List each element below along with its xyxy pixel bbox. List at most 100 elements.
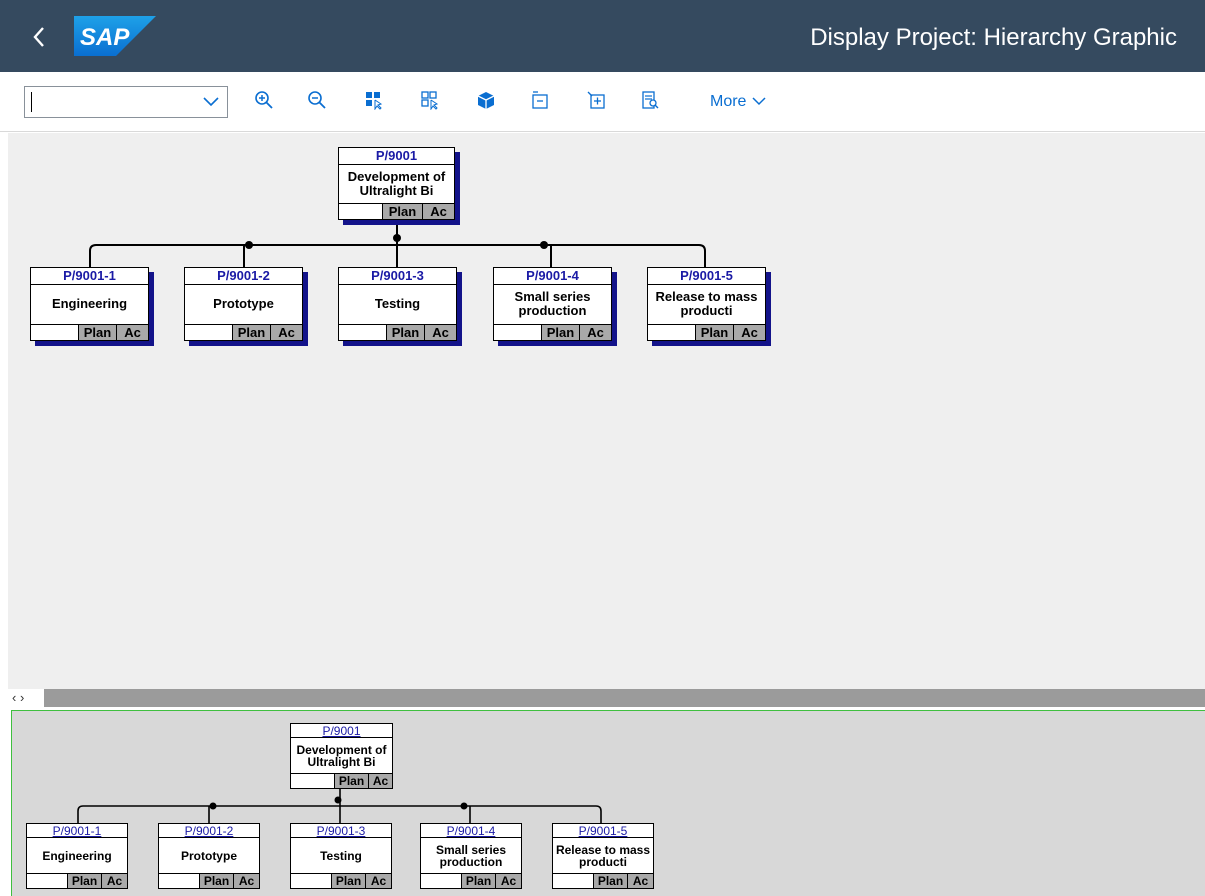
node-id: P/9001-3	[339, 268, 456, 285]
node-footer: Plan Ac	[421, 873, 521, 888]
sap-logo: SAP	[74, 16, 156, 56]
node-id: P/9001	[339, 148, 454, 165]
node-description: Testing	[320, 849, 362, 863]
node-footer: Plan Ac	[648, 324, 765, 340]
hierarchy-graphic-overview[interactable]: P/9001 Development of Ultralight Bi Plan…	[11, 710, 1205, 896]
connector-lines	[89, 220, 706, 267]
splitter-arrows[interactable]: ‹ ›	[8, 689, 44, 707]
node-footer: Plan Ac	[31, 324, 148, 340]
node-footer: Plan Ac	[339, 324, 456, 340]
box-button[interactable]	[476, 90, 502, 116]
plan-cell: Plan	[386, 325, 424, 340]
actual-cell: Ac	[101, 874, 127, 888]
node-description: Development of Ultralight Bi	[347, 169, 446, 198]
page-title: Display Project: Hierarchy Graphic	[810, 24, 1177, 51]
node-description: Prototype	[213, 296, 274, 311]
node-description: Engineering	[42, 849, 112, 863]
node-id: P/9001-3	[291, 824, 391, 838]
deselect-all-button[interactable]	[420, 90, 446, 116]
node-id: P/9001-1	[31, 268, 148, 285]
svg-text:SAP: SAP	[80, 24, 130, 51]
plan-cell: Plan	[199, 874, 233, 888]
actual-cell: Ac	[627, 874, 653, 888]
node-id: P/9001-5	[553, 824, 653, 838]
zoom-in-icon	[255, 91, 273, 109]
node-footer: Plan Ac	[553, 873, 653, 888]
actual-cell: Ac	[270, 325, 302, 340]
wbs-node-3[interactable]: P/9001-3 Testing Plan Ac	[338, 267, 457, 341]
chevron-down-icon	[752, 93, 766, 111]
overview-node-1[interactable]: P/9001-1 Engineering Plan Ac	[26, 823, 128, 889]
back-button[interactable]	[24, 20, 54, 54]
pane-splitter[interactable]: ‹ ›	[8, 689, 1205, 707]
more-label: More	[710, 93, 747, 110]
deselect-all-icon	[421, 91, 439, 111]
zoom-out-button[interactable]	[307, 90, 333, 116]
collapse-icon	[532, 91, 548, 109]
wbs-node-root[interactable]: P/9001 Development of Ultralight Bi Plan…	[338, 147, 455, 220]
actual-cell: Ac	[368, 774, 392, 788]
collapse-button[interactable]	[530, 90, 556, 116]
actual-cell: Ac	[365, 874, 391, 888]
actual-cell: Ac	[233, 874, 259, 888]
node-footer: Plan Ac	[27, 873, 127, 888]
node-description: Small series production	[435, 843, 507, 869]
plan-cell: Plan	[593, 874, 627, 888]
node-description: Engineering	[51, 296, 128, 311]
plan-cell: Plan	[382, 204, 422, 219]
wbs-node-2[interactable]: P/9001-2 Prototype Plan Ac	[184, 267, 303, 341]
select-all-button[interactable]	[364, 90, 390, 116]
wbs-node-1[interactable]: P/9001-1 Engineering Plan Ac	[30, 267, 149, 341]
zoom-out-icon	[308, 91, 326, 109]
chevron-left-icon	[33, 27, 44, 47]
overview-node-4[interactable]: P/9001-4 Small series production Plan Ac	[420, 823, 522, 889]
node-footer: Plan Ac	[185, 324, 302, 340]
actual-cell: Ac	[495, 874, 521, 888]
node-footer: Plan Ac	[159, 873, 259, 888]
actual-cell: Ac	[424, 325, 456, 340]
text-cursor	[31, 92, 32, 112]
node-id: P/9001-4	[421, 824, 521, 838]
node-id: P/9001-1	[27, 824, 127, 838]
zoom-in-button[interactable]	[254, 90, 280, 116]
node-id: P/9001-4	[494, 268, 611, 285]
actual-cell: Ac	[422, 204, 454, 219]
overview-node-5[interactable]: P/9001-5 Release to mass producti Plan A…	[552, 823, 654, 889]
view-combobox[interactable]	[24, 86, 228, 118]
hierarchy-graphic-upper[interactable]: P/9001 Development of Ultralight Bi Plan…	[8, 133, 1205, 689]
select-all-icon	[366, 92, 383, 111]
node-footer: Plan Ac	[339, 203, 454, 219]
expand-button[interactable]	[586, 90, 612, 116]
plan-cell: Plan	[67, 874, 101, 888]
box-icon	[477, 92, 495, 109]
plan-cell: Plan	[461, 874, 495, 888]
plan-cell: Plan	[78, 325, 116, 340]
chevron-down-icon[interactable]	[201, 91, 221, 111]
wbs-node-5[interactable]: P/9001-5 Release to mass producti Plan A…	[647, 267, 766, 341]
plan-cell: Plan	[331, 874, 365, 888]
plan-cell: Plan	[541, 325, 579, 340]
more-button[interactable]: More	[710, 93, 766, 111]
node-description: Prototype	[180, 849, 237, 863]
overview-node-2[interactable]: P/9001-2 Prototype Plan Ac	[158, 823, 260, 889]
wbs-node-4[interactable]: P/9001-4 Small series production Plan Ac	[493, 267, 612, 341]
plan-cell: Plan	[334, 774, 368, 788]
detail-icon	[642, 91, 659, 109]
node-id: P/9001-5	[648, 268, 765, 285]
node-description: Development of Ultralight Bi	[296, 743, 387, 769]
toolbar: More	[0, 72, 1205, 190]
node-id: P/9001-2	[185, 268, 302, 285]
node-description: Testing	[374, 296, 421, 311]
expand-icon	[587, 91, 605, 109]
node-footer: Plan Ac	[494, 324, 611, 340]
actual-cell: Ac	[733, 325, 765, 340]
shell-bar: SAP Display Project: Hierarchy Graphic	[0, 0, 1205, 72]
node-id: P/9001	[291, 724, 392, 738]
overview-node-root[interactable]: P/9001 Development of Ultralight Bi Plan…	[290, 723, 393, 789]
node-id: P/9001-2	[159, 824, 259, 838]
node-description: Small series production	[514, 289, 591, 318]
detail-button[interactable]	[640, 90, 666, 116]
actual-cell: Ac	[579, 325, 611, 340]
overview-node-3[interactable]: P/9001-3 Testing Plan Ac	[290, 823, 392, 889]
plan-cell: Plan	[232, 325, 270, 340]
